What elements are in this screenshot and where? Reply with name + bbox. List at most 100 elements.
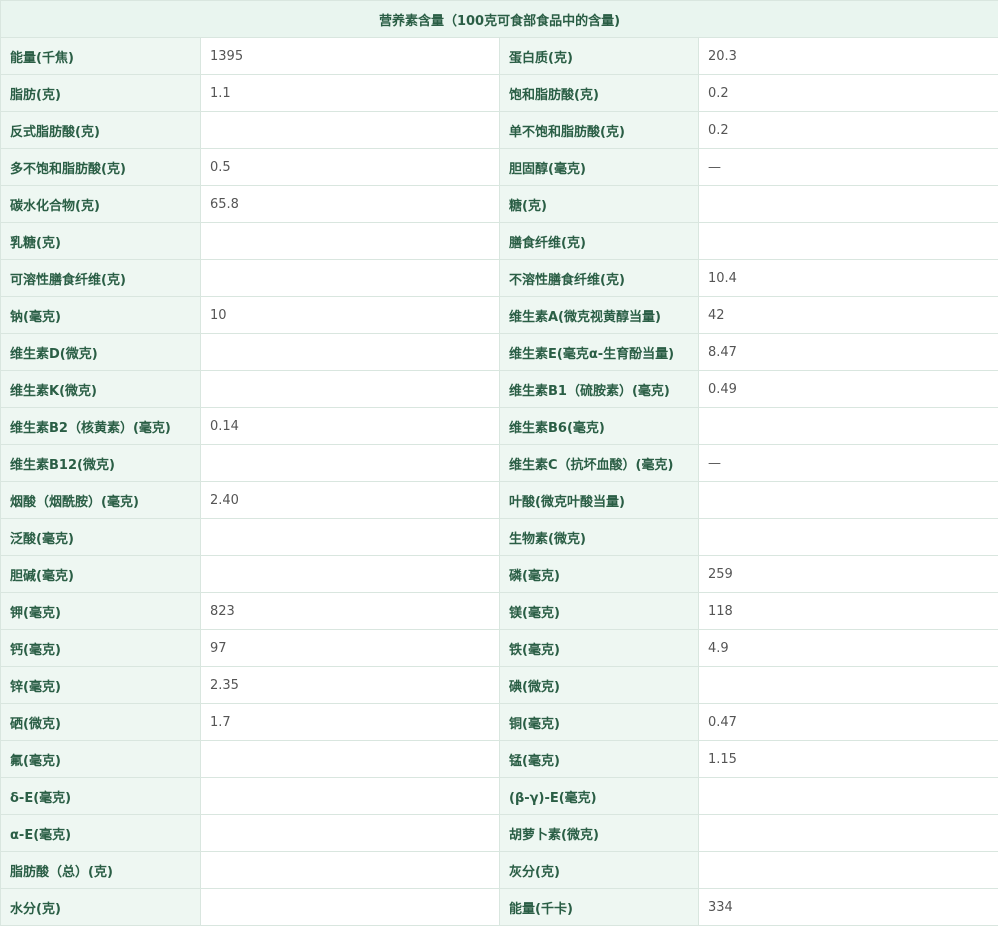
table-row: δ-E(毫克) (β-γ)-E(毫克): [1, 778, 998, 815]
nutrient-label: (β-γ)-E(毫克): [500, 778, 699, 815]
nutrient-value: [201, 334, 500, 371]
nutrient-value: 2.35: [201, 667, 500, 704]
nutrient-label: 水分(克): [1, 889, 201, 926]
nutrient-label: α-E(毫克): [1, 815, 201, 852]
nutrient-label: 膳食纤维(克): [500, 223, 699, 260]
nutrient-label: 灰分(克): [500, 852, 699, 889]
nutrient-label: 维生素B1（硫胺素）(毫克): [500, 371, 699, 408]
nutrient-value: 42: [699, 297, 998, 334]
nutrient-value: [699, 408, 998, 445]
nutrient-label: 铁(毫克): [500, 630, 699, 667]
nutrient-value: 10.4: [699, 260, 998, 297]
nutrient-value: [201, 556, 500, 593]
nutrient-value: [201, 852, 500, 889]
nutrient-label: 脂肪(克): [1, 75, 201, 112]
nutrient-label: 维生素A(微克视黄醇当量): [500, 297, 699, 334]
nutrient-value: 0.5: [201, 149, 500, 186]
nutrient-value: 118: [699, 593, 998, 630]
nutrient-value: [699, 778, 998, 815]
nutrient-value: [699, 186, 998, 223]
nutrient-value: 823: [201, 593, 500, 630]
nutrient-label: 叶酸(微克叶酸当量): [500, 482, 699, 519]
nutrient-label: 锌(毫克): [1, 667, 201, 704]
nutrient-value: 20.3: [699, 38, 998, 75]
nutrient-label: 维生素B2（核黄素）(毫克): [1, 408, 201, 445]
table-row: 胆碱(毫克) 磷(毫克)259: [1, 556, 998, 593]
nutrient-value: [201, 889, 500, 926]
nutrient-value: 0.2: [699, 112, 998, 149]
nutrient-value: 2.40: [201, 482, 500, 519]
table-row: 钙(毫克)97铁(毫克)4.9: [1, 630, 998, 667]
table-body: 能量(千焦)1395蛋白质(克)20.3脂肪(克)1.1饱和脂肪酸(克)0.2反…: [1, 38, 998, 926]
nutrient-label: 乳糖(克): [1, 223, 201, 260]
nutrient-value: 1.15: [699, 741, 998, 778]
nutrient-value: —: [699, 149, 998, 186]
nutrient-value: 65.8: [201, 186, 500, 223]
table-row: 能量(千焦)1395蛋白质(克)20.3: [1, 38, 998, 75]
nutrient-label: 碳水化合物(克): [1, 186, 201, 223]
table-row: 钾(毫克)823镁(毫克)118: [1, 593, 998, 630]
table-title: 营养素含量（100克可食部食品中的含量): [1, 1, 998, 38]
nutrient-value: 4.9: [699, 630, 998, 667]
table-row: 脂肪酸（总）(克)灰分(克): [1, 852, 998, 889]
nutrient-label: δ-E(毫克): [1, 778, 201, 815]
nutrient-label: 饱和脂肪酸(克): [500, 75, 699, 112]
nutrient-value: 0.14: [201, 408, 500, 445]
table-row: 维生素B2（核黄素）(毫克)0.14维生素B6(毫克): [1, 408, 998, 445]
nutrient-value: 1.7: [201, 704, 500, 741]
nutrient-value: 10: [201, 297, 500, 334]
nutrient-value: [201, 371, 500, 408]
nutrient-label: 维生素D(微克): [1, 334, 201, 371]
table-row: 锌(毫克)2.35碘(微克): [1, 667, 998, 704]
nutrient-value: 1.1: [201, 75, 500, 112]
nutrient-label: 钙(毫克): [1, 630, 201, 667]
nutrient-value: [699, 223, 998, 260]
table-row: 氟(毫克) 锰(毫克)1.15: [1, 741, 998, 778]
nutrient-label: 铜(毫克): [500, 704, 699, 741]
nutrient-value: [201, 741, 500, 778]
table-row: 可溶性膳食纤维(克)不溶性膳食纤维(克)10.4: [1, 260, 998, 297]
nutrient-label: 胆碱(毫克): [1, 556, 201, 593]
nutrient-label: 镁(毫克): [500, 593, 699, 630]
nutrient-value: [699, 852, 998, 889]
nutrient-value: 259: [699, 556, 998, 593]
nutrient-value: [201, 778, 500, 815]
table-row: 乳糖(克) 膳食纤维(克): [1, 223, 998, 260]
table-header-row: 营养素含量（100克可食部食品中的含量): [1, 1, 998, 38]
nutrient-value: [201, 445, 500, 482]
nutrient-label: 能量(千焦): [1, 38, 201, 75]
nutrient-label: 钾(毫克): [1, 593, 201, 630]
table-row: 泛酸(毫克) 生物素(微克): [1, 519, 998, 556]
table-row: 多不饱和脂肪酸(克)0.5胆固醇(毫克)—: [1, 149, 998, 186]
nutrient-label: 硒(微克): [1, 704, 201, 741]
nutrient-value: 334: [699, 889, 998, 926]
nutrient-value: [201, 112, 500, 149]
nutrient-value: 8.47: [699, 334, 998, 371]
nutrient-label: 钠(毫克): [1, 297, 201, 334]
nutrient-value: —: [699, 445, 998, 482]
nutrient-label: 生物素(微克): [500, 519, 699, 556]
nutrient-label: 磷(毫克): [500, 556, 699, 593]
table-row: 烟酸（烟酰胺）(毫克)2.40叶酸(微克叶酸当量): [1, 482, 998, 519]
nutrition-table: 营养素含量（100克可食部食品中的含量) 能量(千焦)1395蛋白质(克)20.…: [0, 0, 998, 926]
nutrient-label: 泛酸(毫克): [1, 519, 201, 556]
table-row: 维生素D(微克) 维生素E(毫克α-生育酚当量)8.47: [1, 334, 998, 371]
table-row: 维生素K(微克)维生素B1（硫胺素）(毫克)0.49: [1, 371, 998, 408]
nutrient-label: 维生素E(毫克α-生育酚当量): [500, 334, 699, 371]
nutrient-label: 胆固醇(毫克): [500, 149, 699, 186]
nutrient-label: 锰(毫克): [500, 741, 699, 778]
nutrient-label: 蛋白质(克): [500, 38, 699, 75]
table-row: α-E(毫克)胡萝卜素(微克): [1, 815, 998, 852]
nutrient-label: 烟酸（烟酰胺）(毫克): [1, 482, 201, 519]
nutrient-value: [699, 815, 998, 852]
nutrient-value: [699, 667, 998, 704]
nutrient-label: 氟(毫克): [1, 741, 201, 778]
table-row: 水分(克)能量(千卡)334: [1, 889, 998, 926]
nutrient-label: 多不饱和脂肪酸(克): [1, 149, 201, 186]
table-row: 钠(毫克)10维生素A(微克视黄醇当量)42: [1, 297, 998, 334]
nutrient-label: 不溶性膳食纤维(克): [500, 260, 699, 297]
nutrient-value: [201, 519, 500, 556]
table-row: 脂肪(克)1.1饱和脂肪酸(克)0.2: [1, 75, 998, 112]
nutrient-label: 碘(微克): [500, 667, 699, 704]
nutrient-label: 单不饱和脂肪酸(克): [500, 112, 699, 149]
